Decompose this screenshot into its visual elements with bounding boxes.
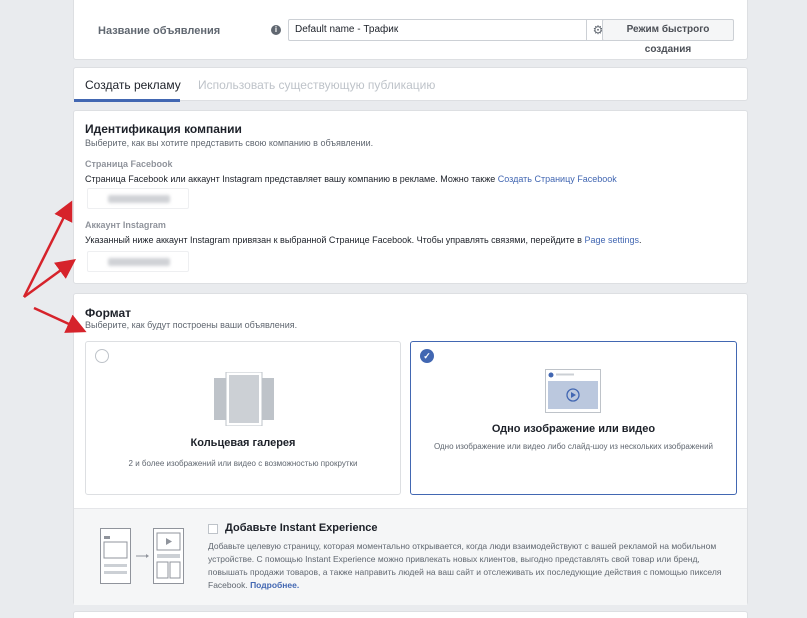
learn-more-link[interactable]: Подробнее. [250, 580, 299, 590]
carousel-description: 2 и более изображений или видео с возмож… [128, 459, 358, 468]
facebook-page-text: Страница Facebook или аккаунт Instagram … [85, 174, 498, 184]
facebook-page-label: Страница Facebook [85, 159, 173, 169]
format-card: Формат Выберите, как будут построены ваш… [73, 293, 748, 605]
tab-create-ad[interactable]: Создать рекламу [85, 78, 181, 92]
format-option-carousel[interactable]: Кольцевая галерея 2 и более изображений … [85, 341, 401, 495]
instant-experience-checkbox[interactable] [208, 524, 218, 534]
create-facebook-page-link[interactable]: Создать Страницу Facebook [498, 174, 617, 184]
ad-name-input[interactable]: Default name - Трафик [288, 19, 610, 41]
ad-name-card: Название объявления i Default name - Тра… [73, 0, 748, 60]
checkmark-icon: ✓ [420, 349, 434, 363]
identity-title: Идентификация компании [85, 122, 242, 136]
instant-experience-section: Добавьте Instant Experience Добавьте цел… [74, 508, 747, 605]
carousel-title: Кольцевая галерея [190, 437, 296, 449]
single-media-title: Одно изображение или видео [491, 423, 656, 435]
quick-creation-button[interactable]: Режим быстрого создания [602, 19, 734, 55]
identity-subtitle: Выберите, как вы хотите представить свою… [85, 138, 374, 148]
active-tab-indicator [74, 99, 180, 102]
instant-experience-illustration [100, 528, 184, 584]
carousel-illustration [214, 372, 274, 426]
page-settings-link[interactable]: Page settings [584, 235, 639, 245]
arrow-to-instagram-account [23, 259, 77, 299]
arrow-to-facebook-page [22, 200, 73, 298]
carousel-radio[interactable] [95, 349, 109, 363]
format-option-single[interactable]: ✓ Одно изображение или видео Одно изобра… [410, 341, 737, 495]
instagram-account-description: Указанный ниже аккаунт Instagram привяза… [85, 235, 642, 245]
instagram-account-label: Аккаунт Instagram [85, 220, 166, 230]
facebook-page-selector[interactable] [87, 188, 189, 209]
instant-experience-title: Добавьте Instant Experience [225, 522, 378, 534]
tabs-card: Создать рекламу Использовать существующу… [73, 67, 748, 102]
single-media-illustration [545, 369, 601, 413]
format-subtitle: Выберите, как будут построены ваши объяв… [85, 320, 298, 330]
single-media-description: Одно изображение или видео либо слайд-шо… [433, 442, 714, 451]
format-title: Формат [85, 306, 132, 320]
identity-card: Идентификация компании Выберите, как вы … [73, 110, 748, 284]
ad-name-label: Название объявления [98, 25, 221, 37]
instagram-account-selector[interactable] [87, 251, 189, 272]
instagram-account-text: Указанный ниже аккаунт Instagram привяза… [85, 235, 585, 245]
instant-experience-description: Добавьте целевую страницу, которая момен… [208, 540, 728, 592]
facebook-page-description: Страница Facebook или аккаунт Instagram … [85, 174, 617, 184]
info-icon[interactable]: i [271, 25, 281, 35]
tab-existing-post[interactable]: Использовать существующую публикацию [198, 78, 435, 92]
next-section-card [73, 611, 748, 618]
instagram-text-end: . [639, 235, 642, 245]
